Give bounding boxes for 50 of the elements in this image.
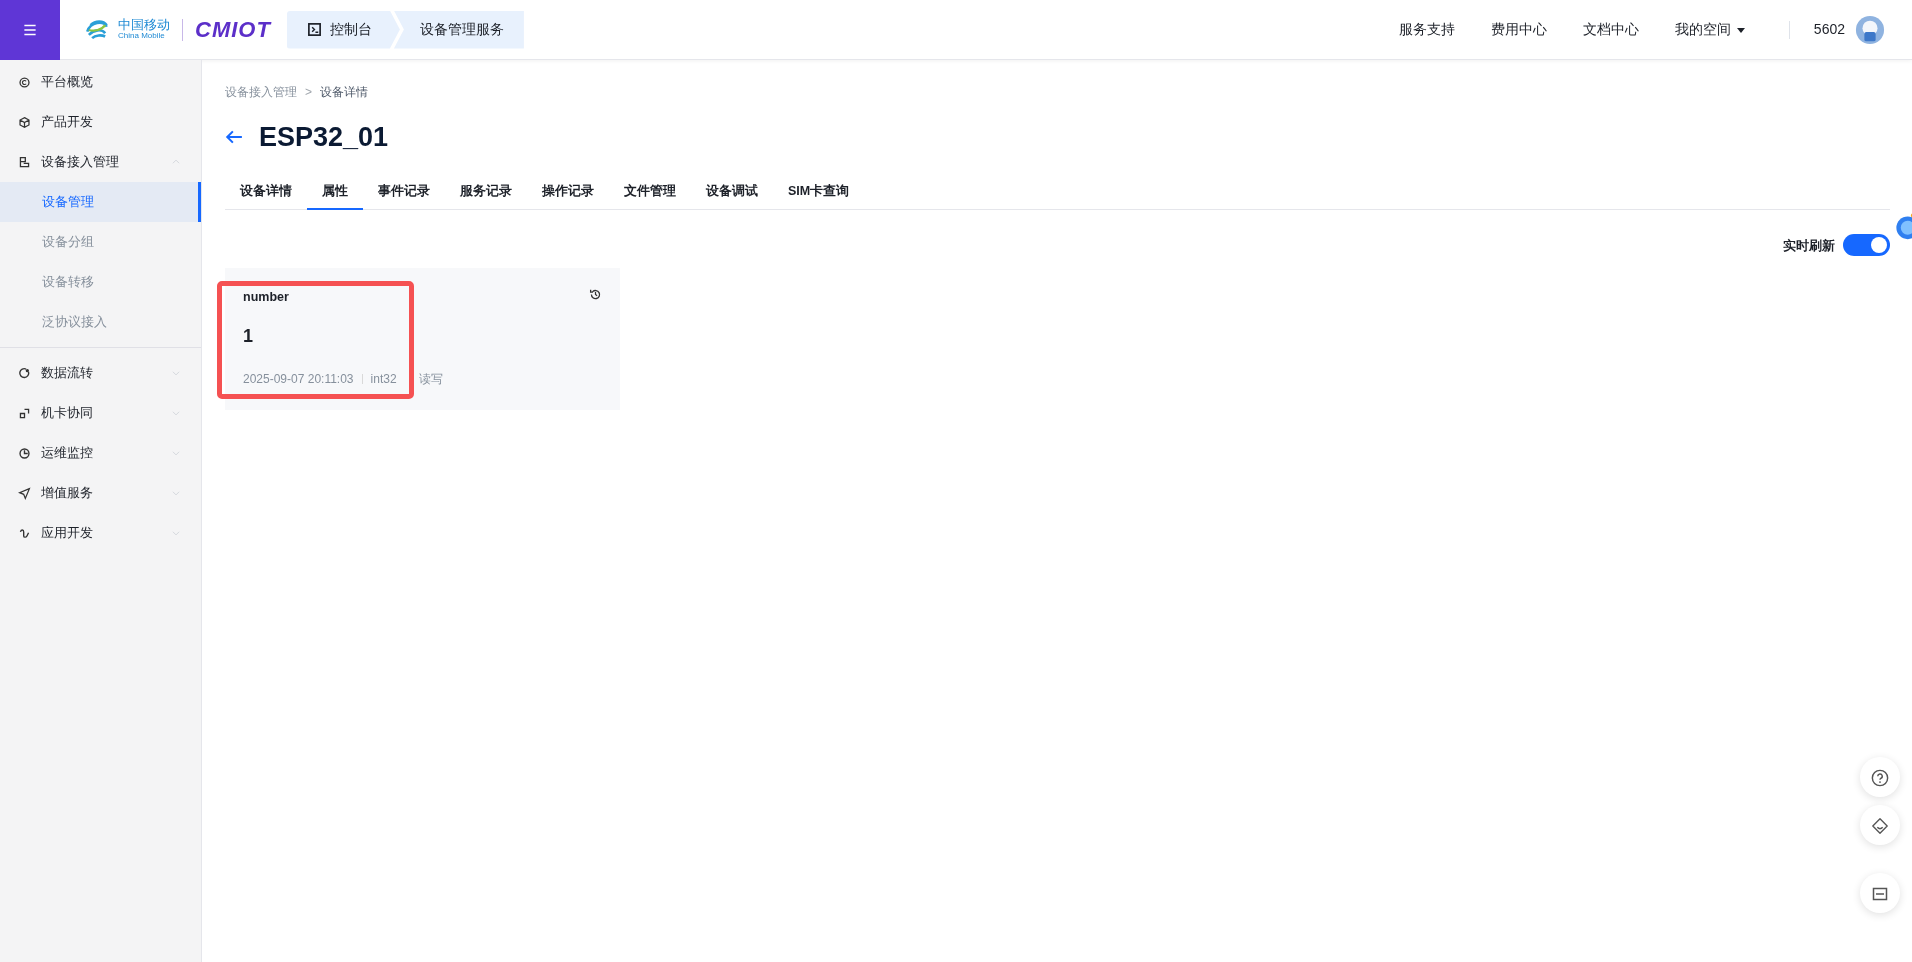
console-icon: [306, 22, 322, 37]
sidebar-subitem[interactable]: 设备管理: [0, 182, 201, 222]
sidebar-item[interactable]: 产品开发: [0, 102, 201, 142]
sidebar-item[interactable]: 数据流转: [0, 353, 201, 393]
nav-link[interactable]: 文档中心: [1582, 19, 1639, 40]
caret-icon: [1736, 27, 1745, 33]
nav-link[interactable]: 我的空间: [1674, 19, 1745, 40]
brand-logo: CMIOT: [195, 16, 271, 44]
tab[interactable]: 文件管理: [609, 173, 691, 211]
cube-icon: [18, 115, 31, 129]
send-icon: [18, 486, 31, 500]
breadcrumb-separator: >: [305, 84, 312, 101]
nav-link[interactable]: 服务支持: [1398, 19, 1455, 40]
logo-text: 中国移动: [118, 18, 170, 33]
tab[interactable]: 设备详情: [225, 173, 307, 211]
assistant-button[interactable]: [1860, 805, 1900, 845]
history-button[interactable]: [589, 288, 602, 302]
logo-subtitle: China Mobile: [118, 32, 166, 41]
collapse-button[interactable]: [1860, 873, 1900, 913]
nav-link[interactable]: 费用中心: [1490, 19, 1547, 40]
realtime-refresh-toggle[interactable]: [1843, 234, 1890, 257]
history-icon: [589, 288, 602, 302]
sidebar-item[interactable]: 应用开发: [0, 513, 201, 553]
sidebar-item[interactable]: 增值服务: [0, 473, 201, 513]
user-name[interactable]: 5602: [1813, 19, 1845, 40]
tab[interactable]: 设备调试: [691, 173, 773, 211]
breadcrumb-tab[interactable]: 设备管理服务: [393, 10, 524, 49]
sidebar-item[interactable]: 机卡协同: [0, 393, 201, 433]
property-type: int32: [370, 371, 397, 388]
face-icon: [1871, 816, 1889, 835]
sidebar-item[interactable]: 运维监控: [0, 433, 201, 473]
minus-square-icon: [1872, 885, 1888, 902]
help-button[interactable]: [1860, 757, 1900, 797]
help-icon: [1871, 768, 1889, 787]
tab[interactable]: 操作记录: [527, 173, 609, 211]
curve-icon: [18, 526, 31, 540]
page-title: ESP32_01: [259, 121, 389, 154]
property-name: number: [243, 289, 289, 307]
breadcrumb-tab[interactable]: 控制台: [286, 10, 400, 49]
sidebar-item[interactable]: 平台概览: [0, 62, 201, 102]
property-access: 读写: [418, 371, 443, 388]
property-time: 2025-09-07 20:11:03: [243, 371, 354, 388]
tab[interactable]: SIM卡查询: [773, 173, 865, 211]
toggle-label: 实时刷新: [1783, 236, 1835, 255]
avatar-icon: [1855, 14, 1885, 45]
tab[interactable]: 服务记录: [445, 173, 527, 211]
tab[interactable]: 属性: [307, 173, 363, 211]
tab[interactable]: 事件记录: [363, 173, 445, 211]
property-value: 1: [243, 325, 254, 348]
sidebar-item[interactable]: 设备接入管理: [0, 142, 201, 182]
